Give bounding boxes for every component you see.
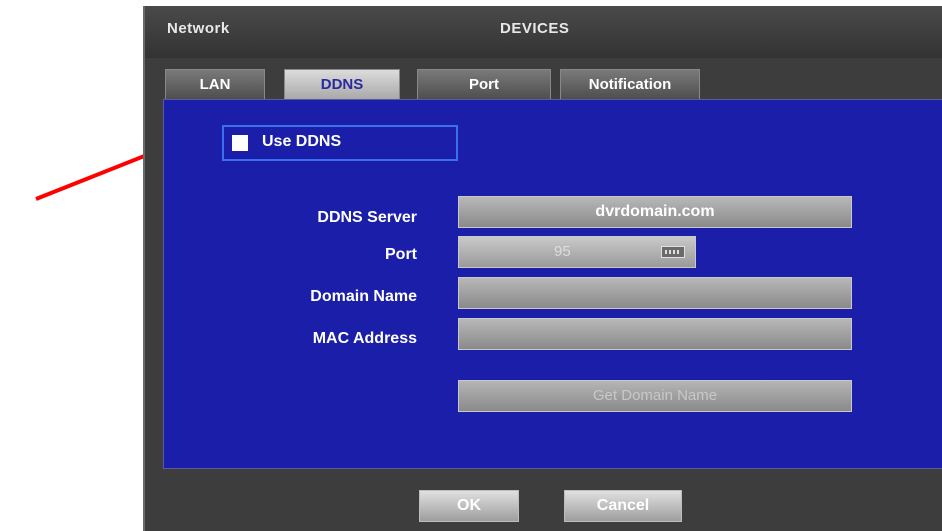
use-ddns-label: Use DDNS	[262, 133, 342, 150]
ddns-server-label: DDNS Server	[317, 209, 417, 226]
port-label: Port	[385, 246, 417, 263]
mac-address-label: MAC Address	[312, 330, 417, 347]
ddns-server-field[interactable]: dvrdomain.com	[458, 196, 852, 228]
window-section-title: Network	[167, 20, 230, 37]
domain-name-field[interactable]	[458, 277, 852, 309]
domain-name-label: Domain Name	[310, 288, 417, 305]
port-value: 95	[554, 243, 571, 260]
mac-address-field	[458, 318, 852, 350]
get-domain-name-button[interactable]: Get Domain Name	[458, 380, 852, 412]
cancel-button[interactable]: Cancel	[564, 490, 682, 522]
port-field[interactable]: 95	[458, 236, 696, 268]
keypad-icon[interactable]	[661, 246, 685, 258]
title-bar: Network DEVICES	[145, 6, 942, 58]
ddns-server-value: dvrdomain.com	[595, 203, 715, 220]
ok-button[interactable]: OK	[419, 490, 519, 522]
use-ddns-toggle[interactable]: Use DDNS	[222, 125, 458, 161]
tab-ddns[interactable]: DDNS	[284, 69, 400, 99]
tab-lan[interactable]: LAN	[165, 69, 265, 99]
tab-notification[interactable]: Notification	[560, 69, 700, 99]
get-domain-name-label: Get Domain Name	[592, 387, 718, 404]
devices-window: Network DEVICES LAN DDNS Port Notificati…	[143, 6, 942, 531]
use-ddns-checkbox[interactable]	[232, 135, 248, 151]
tab-port[interactable]: Port	[417, 69, 551, 99]
window-title: DEVICES	[500, 20, 570, 37]
